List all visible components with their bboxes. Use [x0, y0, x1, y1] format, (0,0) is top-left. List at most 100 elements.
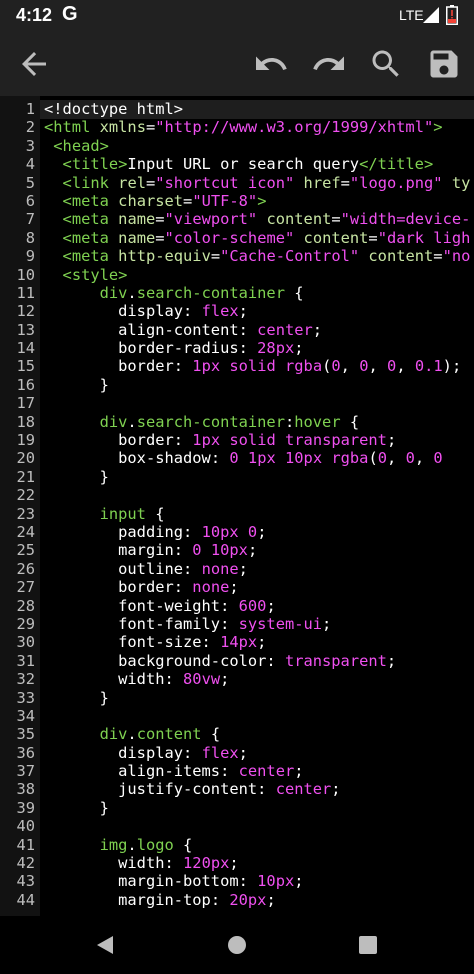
code-line[interactable]: 14 border-radius: 28px;: [0, 339, 474, 357]
line-number: 3: [25, 136, 35, 155]
code-token: ;: [238, 302, 248, 321]
code-token: ,: [387, 449, 406, 468]
code-line[interactable]: 10 <style>: [0, 266, 474, 284]
code-line[interactable]: 30 font-size: 14px;: [0, 633, 474, 651]
code-token: 600: [238, 596, 267, 615]
code-token: <head>: [53, 136, 109, 155]
code-line[interactable]: 13 align-content: center;: [0, 321, 474, 339]
code-line[interactable]: 15 border: 1px solid rgba(0, 0, 0, 0.1);: [0, 357, 474, 375]
code-line[interactable]: 18 div.search-container:hover {: [0, 413, 474, 431]
code-line[interactable]: 23 input {: [0, 505, 474, 523]
code-line[interactable]: 32 width: 80vw;: [0, 670, 474, 688]
line-text: font-size: 14px;: [44, 633, 266, 651]
back-button[interactable]: [16, 46, 52, 82]
line-number: 25: [16, 541, 35, 560]
code-line[interactable]: 34: [0, 707, 474, 725]
code-line[interactable]: 4 <title>Input URL or search query</titl…: [0, 155, 474, 173]
code-token: name: [118, 210, 156, 229]
code-line[interactable]: 17: [0, 394, 474, 412]
code-token: align-content: [118, 320, 239, 339]
code-line[interactable]: 28 font-weight: 600;: [0, 597, 474, 615]
line-number: 17: [16, 394, 35, 413]
code-line[interactable]: 37 align-items: center;: [0, 762, 474, 780]
nav-recents-icon[interactable]: [358, 935, 378, 955]
code-line[interactable]: 11 div.search-container {: [0, 284, 474, 302]
code-token: 120px: [183, 854, 230, 873]
code-token: ;: [386, 431, 397, 450]
code-line[interactable]: 35 div.content {: [0, 725, 474, 743]
code-token: font-weight: [118, 596, 221, 615]
code-line[interactable]: 27 border: none;: [0, 578, 474, 596]
code-line[interactable]: 1 <!doctype html>: [0, 100, 474, 118]
code-line[interactable]: 40: [0, 817, 474, 835]
search-button[interactable]: [368, 46, 404, 82]
code-line[interactable]: 42 width: 120px;: [0, 854, 474, 872]
code-line[interactable]: 8 <meta name="color-scheme" content="dar…: [0, 229, 474, 247]
code-line[interactable]: 39 }: [0, 799, 474, 817]
code-token: margin-top: [118, 890, 211, 909]
code-token: .: [127, 725, 137, 744]
code-editor[interactable]: 1 <!doctype html> 2 <html xmlns="http://www…: [0, 96, 474, 916]
code-line[interactable]: 3 <head>: [0, 137, 474, 155]
code-line[interactable]: 9 <meta http-equiv="Cache-Control" conte…: [0, 247, 474, 265]
code-token: 28px: [257, 339, 295, 358]
nav-home-icon[interactable]: [227, 935, 247, 955]
code-line[interactable]: 36 display: flex;: [0, 744, 474, 762]
line-number: 28: [16, 596, 35, 615]
code-line[interactable]: 43 margin-bottom: 10px;: [0, 872, 474, 890]
line-number: 11: [16, 283, 35, 302]
code-line[interactable]: 19 border: 1px solid transparent;: [0, 431, 474, 449]
code-line[interactable]: 24 padding: 10px 0;: [0, 523, 474, 541]
code-token: }: [44, 798, 109, 817]
code-line[interactable]: 7 <meta name="viewport" content="width=d…: [0, 210, 474, 228]
code-line[interactable]: 22: [0, 486, 474, 504]
line-text: margin: 0 10px;: [44, 541, 257, 559]
code-line[interactable]: 20 box-shadow: 0 1px 10px rgba(0, 0, 0: [0, 449, 474, 467]
code-token: width: [118, 670, 165, 689]
code-token: :: [173, 578, 193, 597]
code-token: "color-scheme": [164, 228, 295, 247]
code-token: href: [303, 173, 341, 192]
code-token: transparent: [285, 431, 387, 450]
code-line[interactable]: 44 margin-top: 20px;: [0, 891, 474, 909]
code-line[interactable]: 5 <link rel="shortcut icon" href="logo.p…: [0, 174, 474, 192]
code-token: :: [164, 854, 184, 873]
code-line[interactable]: 2 <html xmlns="http://www.w3.org/1999/xht…: [0, 118, 474, 136]
code-token: ;: [229, 578, 239, 597]
line-text: }: [44, 799, 109, 817]
save-button[interactable]: [426, 46, 462, 82]
code-line[interactable]: 31 background-color: transparent;: [0, 652, 474, 670]
code-line[interactable]: 12 display: flex;: [0, 302, 474, 320]
code-line[interactable]: 38 justify-content: center;: [0, 780, 474, 798]
undo-button[interactable]: [253, 46, 289, 82]
code-line[interactable]: 41 img.logo {: [0, 836, 474, 854]
code-line[interactable]: 25 margin: 0 10px;: [0, 541, 474, 559]
code-line[interactable]: 16 }: [0, 376, 474, 394]
code-token: border: [118, 357, 174, 376]
line-text: <head>: [44, 137, 109, 155]
code-token: :: [220, 596, 239, 615]
code-token: ;: [238, 743, 248, 762]
code-line[interactable]: 29 font-family: system-ui;: [0, 615, 474, 633]
line-number: 9: [25, 247, 35, 266]
line-text: align-items: center;: [44, 762, 303, 780]
code-line[interactable]: 6 <meta charset="UTF-8">: [0, 192, 474, 210]
code-line[interactable]: 33 }: [0, 689, 474, 707]
redo-button[interactable]: [311, 46, 347, 82]
nav-back-icon[interactable]: [95, 935, 115, 955]
code-token: box-shadow: [118, 449, 211, 468]
code-token: :: [173, 357, 193, 376]
code-line[interactable]: 26 outline: none;: [0, 560, 474, 578]
code-line[interactable]: 21 }: [0, 468, 474, 486]
line-number: 18: [16, 412, 35, 431]
